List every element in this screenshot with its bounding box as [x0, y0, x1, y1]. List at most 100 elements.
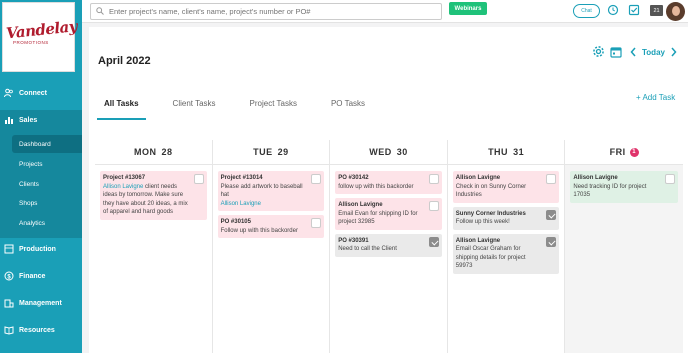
clock-icon[interactable]: [607, 4, 619, 16]
task-title: Allison Lavigne: [455, 175, 501, 181]
people-icon: [4, 88, 14, 98]
chevron-left-icon[interactable]: [630, 47, 637, 59]
task-checkbox[interactable]: [428, 174, 439, 184]
task-checkbox[interactable]: [546, 236, 557, 247]
webinars-button[interactable]: Webinars: [449, 2, 487, 15]
task-card[interactable]: Sunny Corner Industries Follow up this w…: [452, 206, 560, 230]
add-task-button[interactable]: + Add Task: [636, 93, 675, 102]
day-name: THU: [488, 147, 509, 157]
task-card[interactable]: Allison Lavigne Check in on Sunny Corner…: [452, 171, 560, 203]
task-title: PO #30391: [338, 237, 369, 244]
task-card[interactable]: PO #30142 follow up with this backorder: [335, 171, 442, 194]
task-card[interactable]: Allison Lavigne Email Evan for shipping …: [335, 198, 442, 230]
dollar-icon: $: [4, 271, 14, 281]
task-checkbox[interactable]: [664, 174, 675, 184]
task-text: follow up with this backorder: [338, 183, 414, 190]
task-card[interactable]: Allison Lavigne Need tracking ID for pro…: [570, 171, 678, 203]
day-number: 30: [396, 147, 408, 157]
day-name: FRI: [609, 147, 626, 157]
task-text: Need to call the Client: [338, 246, 397, 252]
tab-all-tasks[interactable]: All Tasks: [97, 97, 146, 120]
avatar[interactable]: [666, 2, 685, 21]
task-title: Allison Lavigne: [338, 202, 383, 208]
month-title: April 2022: [98, 55, 151, 67]
day-column-mon: MON 28 Project #13067 Allison Lavigne cl…: [95, 140, 213, 353]
task-title: PO #30105: [220, 219, 251, 225]
logo-brand-name: Vandelay: [5, 17, 78, 43]
task-checkbox[interactable]: [428, 201, 439, 211]
day-column-wed: WED 30 PO #30142 follow up with this bac…: [330, 140, 448, 353]
sidebar-item-label: Connect: [19, 89, 47, 97]
book-icon: [4, 325, 14, 335]
search-box[interactable]: [90, 3, 442, 20]
calendar-icon[interactable]: [610, 46, 622, 60]
task-title: Allison Lavigne: [455, 237, 501, 244]
sidebar-sub-clients[interactable]: Clients: [12, 175, 82, 193]
task-title: Project #13014: [220, 175, 263, 181]
chat-label: Chat: [581, 8, 592, 14]
company-logo[interactable]: Vandelay PROMOTIONS: [2, 2, 78, 72]
day-header: WED 30: [330, 140, 447, 165]
search-icon: [96, 6, 104, 17]
sidebar-sub-projects[interactable]: Projects: [12, 155, 82, 173]
day-header: THU 31: [447, 140, 565, 165]
sidebar-item-label: Management: [19, 299, 62, 307]
sidebar-sub-shops[interactable]: Shops: [12, 194, 82, 212]
task-card[interactable]: Allison Lavigne Email Oscar Graham for s…: [452, 233, 560, 274]
sidebar-sub-dashboard[interactable]: Dashboard: [12, 135, 82, 153]
task-title: Project #13067: [103, 175, 146, 181]
sidebar-item-resources[interactable]: Resources: [0, 320, 82, 340]
production-icon: [4, 244, 14, 254]
day-name: TUE: [253, 147, 273, 157]
top-bar: Webinars Chat 21: [82, 0, 688, 23]
task-title: PO #30142: [338, 175, 369, 181]
checklist-icon[interactable]: [628, 4, 640, 16]
task-checkbox[interactable]: [546, 174, 557, 184]
task-checkbox[interactable]: [311, 174, 322, 184]
notification-badge[interactable]: 21: [650, 5, 663, 16]
task-card[interactable]: Project #13067 Allison Lavigne client ne…: [100, 171, 207, 220]
sidebar-item-production[interactable]: Production: [0, 239, 82, 259]
sidebar-item-sales[interactable]: Sales: [0, 110, 82, 130]
day-number: 31: [513, 147, 525, 157]
task-text: Follow up this week!: [455, 219, 510, 225]
sidebar-item-label: Production: [19, 245, 56, 253]
task-checkbox[interactable]: [193, 174, 204, 184]
today-button[interactable]: Today: [642, 48, 665, 57]
task-client-link[interactable]: Allison Lavigne: [221, 200, 309, 209]
task-client-link[interactable]: Allison Lavigne: [103, 184, 143, 190]
chat-button[interactable]: Chat: [573, 4, 600, 18]
today-date-badge: 1: [629, 147, 639, 157]
day-number: 28: [161, 147, 173, 157]
task-card[interactable]: PO #30105 Follow up with this backorder: [217, 215, 325, 238]
day-column-fri: FRI 1 Allison Lavigne Need tracking ID f…: [565, 140, 683, 353]
gear-icon[interactable]: [592, 45, 605, 60]
building-icon: [4, 298, 14, 308]
tab-project-tasks[interactable]: Project Tasks: [243, 97, 304, 120]
day-column-thu: THU 31 Allison Lavigne Check in on Sunny…: [447, 140, 566, 353]
tab-client-tasks[interactable]: Client Tasks: [166, 97, 223, 120]
task-checkbox[interactable]: [546, 209, 557, 220]
chevron-right-icon[interactable]: [670, 47, 677, 59]
day-header: TUE 29: [212, 140, 330, 165]
task-card[interactable]: Project #13014 Please add artwork to bas…: [217, 171, 325, 211]
task-checkbox[interactable]: [428, 236, 439, 247]
task-title: Sunny Corner Industries: [455, 210, 526, 217]
sidebar-item-finance[interactable]: $ Finance: [0, 266, 82, 286]
day-name: WED: [369, 147, 392, 157]
task-checkbox[interactable]: [311, 218, 322, 228]
task-text: Check in on Sunny Corner Industries: [455, 183, 527, 199]
day-number: 29: [277, 147, 289, 157]
task-card[interactable]: PO #30391 Need to call the Client: [335, 233, 442, 257]
calendar-controls: Today: [592, 45, 677, 60]
tab-po-tasks[interactable]: PO Tasks: [324, 97, 372, 120]
sidebar-sub-analytics[interactable]: Analytics: [12, 214, 82, 232]
sidebar-item-label: Sales: [19, 116, 38, 124]
sidebar-item-connect[interactable]: Connect: [0, 83, 82, 103]
sidebar-item-management[interactable]: Management: [0, 293, 82, 313]
day-header: MON 28: [95, 140, 212, 165]
search-input[interactable]: [109, 7, 429, 16]
task-text: Follow up with this backorder: [220, 227, 298, 234]
day-header: FRI 1: [565, 140, 683, 165]
task-text: Please add artwork to baseball hat: [220, 183, 303, 199]
